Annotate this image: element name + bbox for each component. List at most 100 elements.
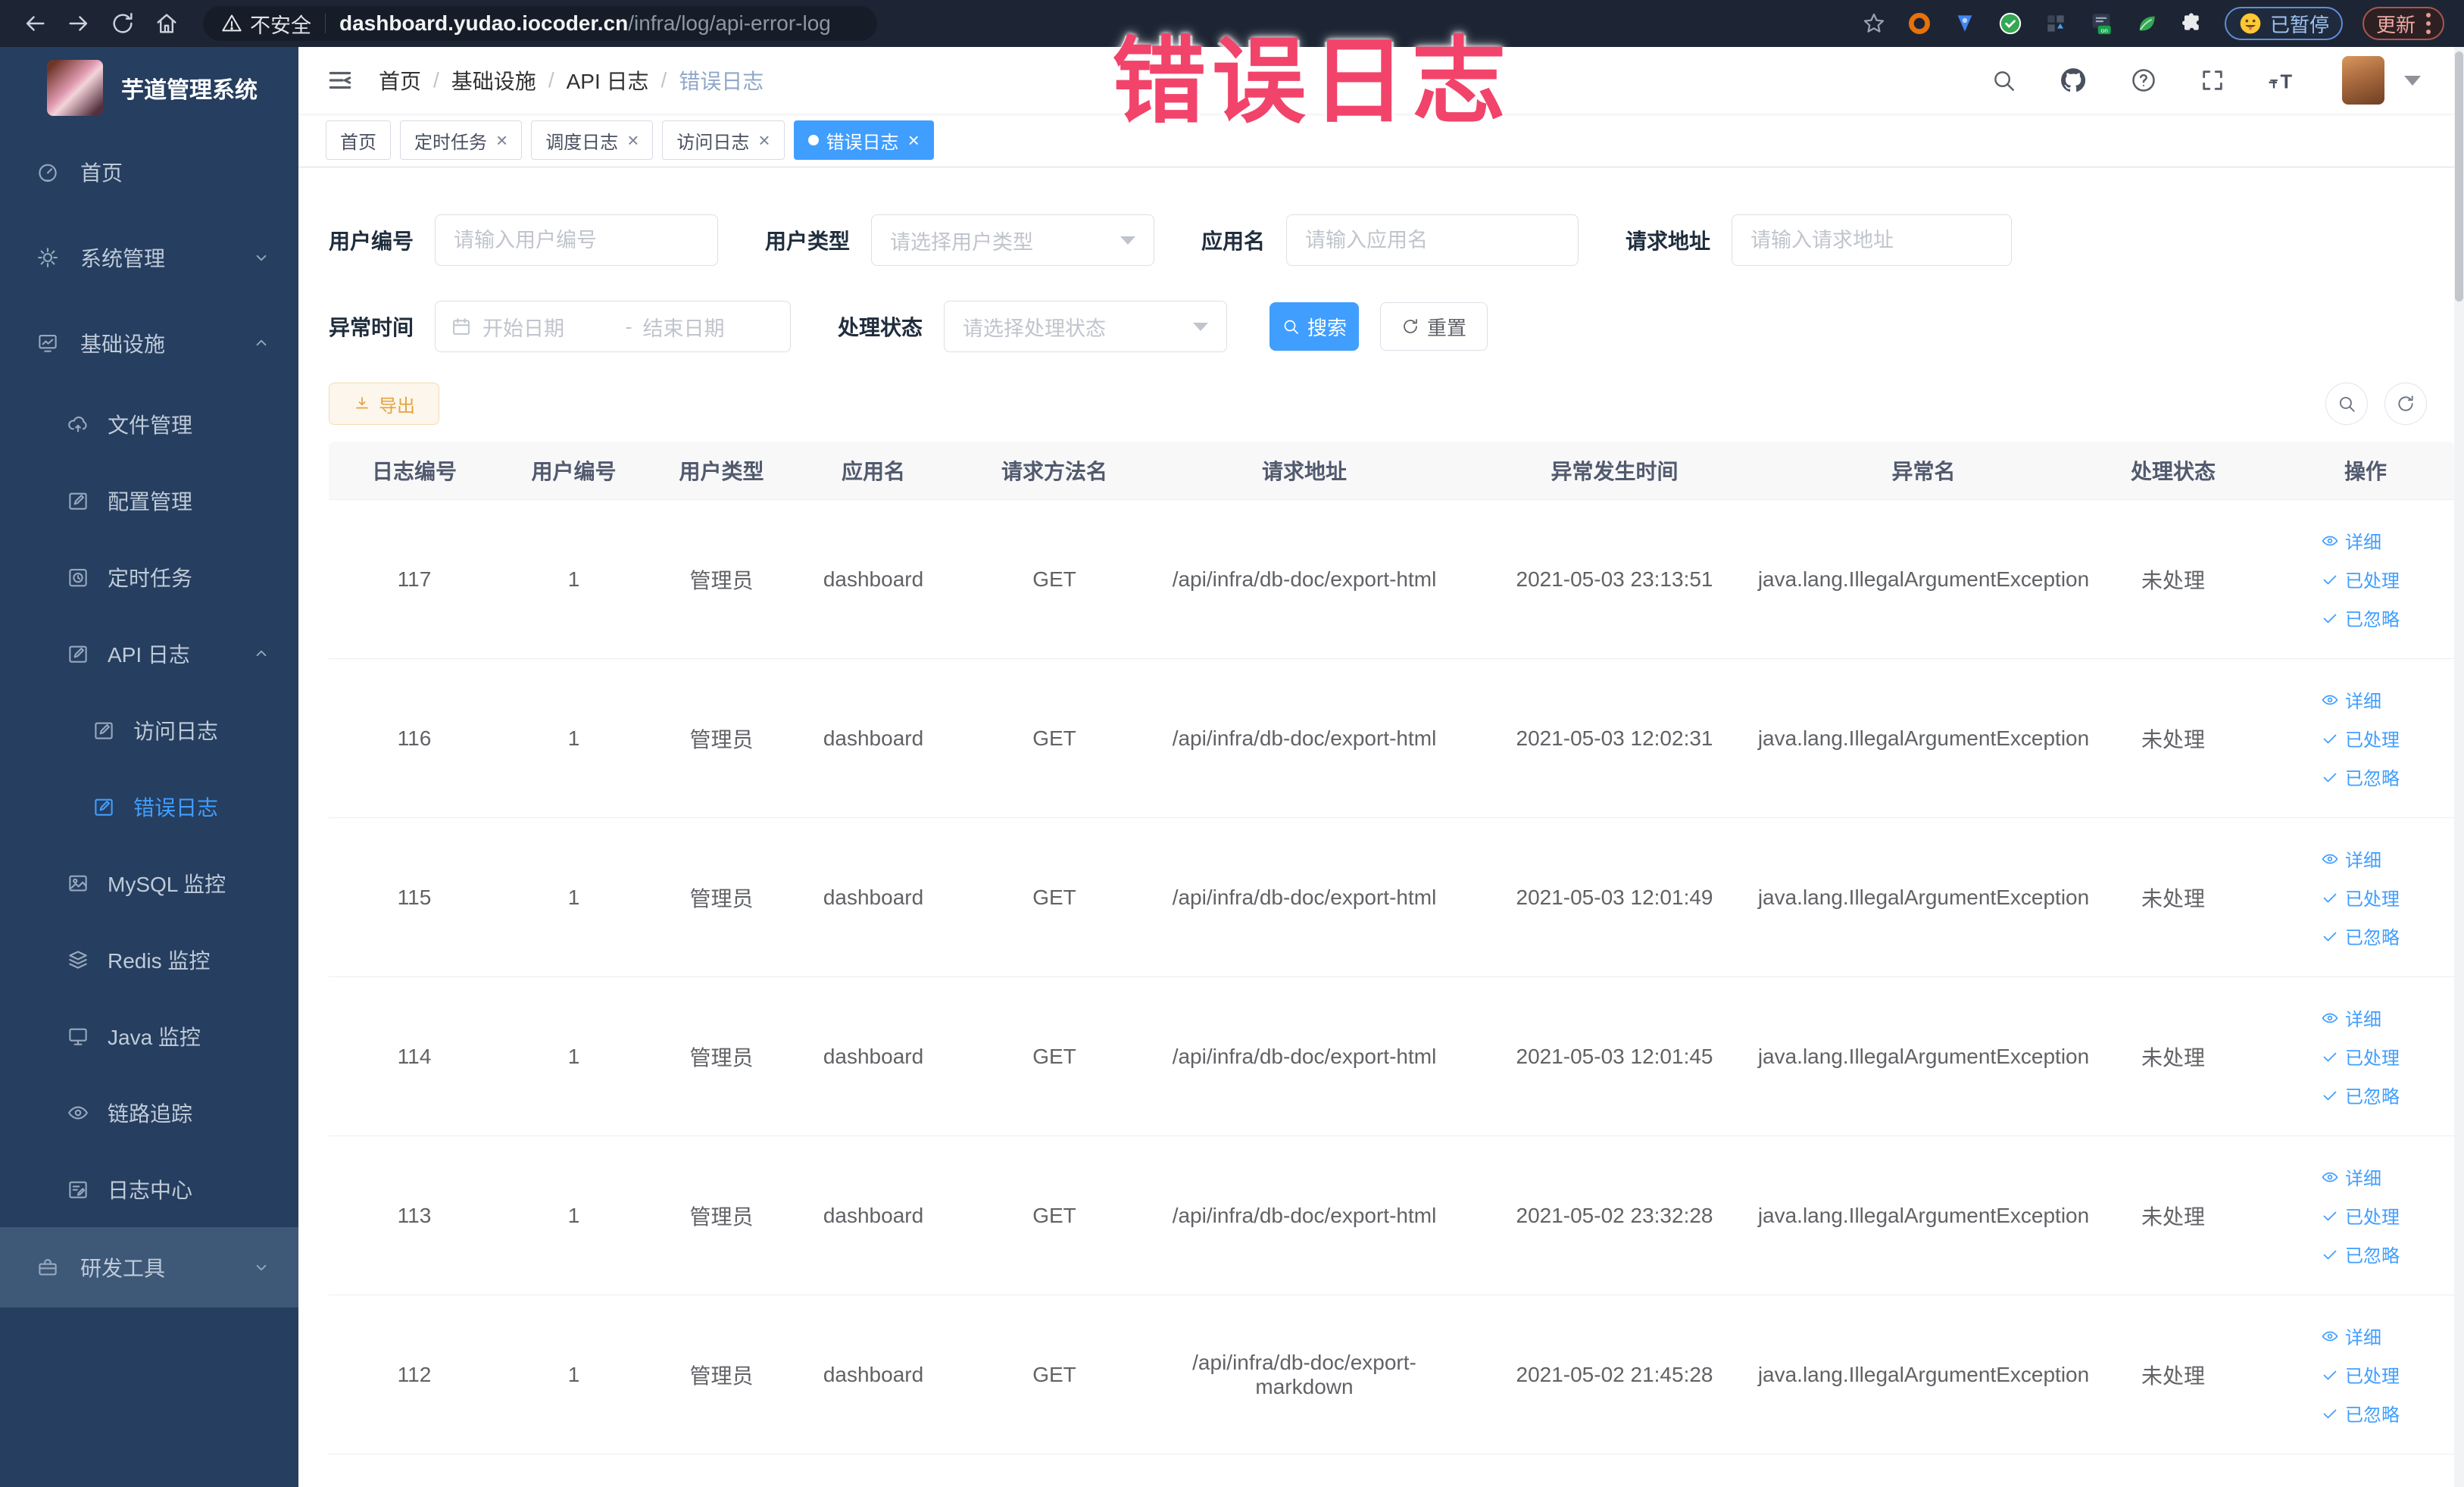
eye-icon (2322, 854, 2338, 864)
mark-ignored-link[interactable]: 已忽略 (2321, 604, 2400, 631)
tab-access-log[interactable]: 访问日志 × (662, 120, 785, 160)
github-icon[interactable] (2059, 66, 2088, 95)
browser-menu-icon[interactable] (2426, 13, 2431, 34)
browser-back-button[interactable] (20, 8, 50, 39)
extension-orange-icon[interactable] (1907, 11, 1932, 36)
mark-processed-link[interactable]: 已处理 (2321, 1361, 2400, 1388)
mark-ignored-link[interactable]: 已忽略 (2321, 764, 2400, 790)
sidebar-item-api-log[interactable]: API 日志 (0, 615, 298, 692)
breadcrumb: 首页 / 基础设施 / API 日志 / 错误日志 (379, 65, 764, 95)
sidebar-item-java-monitor[interactable]: Java 监控 (0, 998, 298, 1074)
security-warning-icon[interactable] (221, 13, 242, 34)
sidebar-item-tracing[interactable]: 链路追踪 (0, 1074, 298, 1151)
mark-processed-link[interactable]: 已处理 (2321, 725, 2400, 751)
tab-home[interactable]: 首页 (326, 120, 391, 160)
mark-ignored-link[interactable]: 已忽略 (2321, 1241, 2400, 1267)
mark-ignored-link[interactable]: 已忽略 (2321, 1400, 2400, 1426)
refresh-table-button[interactable] (2384, 383, 2427, 425)
svg-text:T: T (2281, 72, 2293, 93)
font-size-icon[interactable]: TT (2268, 67, 2300, 94)
detail-link[interactable]: 详细 (2321, 845, 2381, 872)
picture-icon (67, 872, 89, 895)
user-menu-caret-icon[interactable] (2404, 75, 2421, 86)
search-button[interactable]: 搜索 (1269, 302, 1360, 351)
close-icon[interactable]: × (908, 130, 920, 150)
close-icon[interactable]: × (758, 130, 770, 150)
tab-scheduled-jobs[interactable]: 定时任务 × (400, 120, 523, 160)
bookmark-star-icon[interactable] (1861, 11, 1887, 36)
extension-leaf-icon[interactable] (2134, 11, 2160, 36)
breadcrumb-api-log[interactable]: API 日志 (567, 65, 649, 95)
app-name-input[interactable] (1286, 214, 1579, 266)
tab-schedule-log[interactable]: 调度日志 × (531, 120, 654, 160)
detail-link[interactable]: 详细 (2321, 1323, 2381, 1349)
search-icon[interactable] (1991, 67, 2016, 93)
extension-blue-pin-icon[interactable] (1952, 11, 1978, 36)
export-button[interactable]: 导出 (329, 383, 439, 425)
brand-logo-image (47, 60, 103, 116)
mark-ignored-link[interactable]: 已忽略 (2321, 923, 2400, 949)
sidebar-item-mysql-monitor[interactable]: MySQL 监控 (0, 845, 298, 921)
close-icon[interactable]: × (627, 130, 639, 150)
url-path: /infra/log/api-error-log (628, 11, 831, 35)
extensions-puzzle-icon[interactable] (2179, 11, 2205, 36)
sidebar-item-dev-tools[interactable]: 研发工具 (0, 1227, 298, 1307)
mark-processed-link[interactable]: 已处理 (2321, 1202, 2400, 1229)
log-document-icon (67, 1178, 89, 1201)
help-icon[interactable] (2130, 67, 2157, 94)
check-icon (2323, 575, 2337, 584)
user-avatar[interactable] (2342, 56, 2384, 105)
page-scrollbar[interactable] (2454, 47, 2464, 1487)
exception-time-range-picker[interactable]: 开始日期 - 结束日期 (435, 301, 792, 352)
extension-grid-icon[interactable] (2043, 11, 2069, 36)
edit-icon (92, 719, 115, 742)
sidebar-item-scheduled-jobs[interactable]: 定时任务 (0, 539, 298, 615)
mark-processed-link[interactable]: 已处理 (2321, 1043, 2400, 1070)
request-url-input[interactable] (1732, 214, 2013, 266)
extension-green-check-icon[interactable] (1997, 11, 2023, 36)
sidebar-item-home[interactable]: 首页 (0, 129, 298, 214)
sidebar-item-config-management[interactable]: 配置管理 (0, 462, 298, 539)
sidebar-item-system-management[interactable]: 系统管理 (0, 214, 298, 300)
update-label: 更新 (2375, 13, 2416, 36)
reset-button[interactable]: 重置 (1380, 302, 1488, 351)
sidebar-item-log-center[interactable]: 日志中心 (0, 1151, 298, 1227)
browser-update-chip[interactable]: 更新 (2362, 7, 2444, 40)
table-row: 114 1 管理员 dashboard GET /api/infra/db-do… (329, 977, 2454, 1136)
process-status-select[interactable]: 请选择处理状态 (944, 301, 1228, 352)
user-type-select[interactable]: 请选择用户类型 (871, 214, 1155, 266)
svg-text:T: T (2270, 78, 2278, 92)
browser-home-button[interactable] (151, 8, 182, 39)
close-icon[interactable]: × (496, 130, 507, 150)
extension-switch-on-icon[interactable]: on (2088, 11, 2114, 36)
browser-address-bar[interactable]: 不安全 dashboard.yudao.iocoder.cn /infra/lo… (203, 6, 877, 41)
breadcrumb-home[interactable]: 首页 (379, 65, 421, 95)
user-id-label: 用户编号 (329, 230, 414, 253)
browser-forward-button[interactable] (64, 8, 94, 39)
detail-link[interactable]: 详细 (2321, 527, 2381, 554)
fullscreen-icon[interactable] (2200, 67, 2225, 93)
toggle-search-button[interactable] (2325, 383, 2368, 425)
tab-error-log[interactable]: 错误日志 × (793, 120, 934, 160)
refresh-icon (2398, 395, 2413, 411)
check-icon (2323, 1052, 2337, 1061)
sidebar-item-access-log[interactable]: 访问日志 (0, 692, 298, 768)
detail-link[interactable]: 详细 (2321, 686, 2381, 713)
detail-link[interactable]: 详细 (2321, 1004, 2381, 1031)
user-id-input[interactable] (435, 214, 719, 266)
document-edit-icon (67, 642, 89, 665)
breadcrumb-infrastructure[interactable]: 基础设施 (451, 65, 536, 95)
hamburger-icon[interactable] (326, 66, 354, 95)
detail-link[interactable]: 详细 (2321, 1164, 2381, 1190)
sidebar-item-redis-monitor[interactable]: Redis 监控 (0, 921, 298, 998)
sidebar-item-infrastructure[interactable]: 基础设施 (0, 300, 298, 386)
mark-ignored-link[interactable]: 已忽略 (2321, 1082, 2400, 1108)
search-icon (1284, 320, 1298, 334)
mark-processed-link[interactable]: 已处理 (2321, 566, 2400, 592)
browser-reload-button[interactable] (108, 8, 138, 39)
sidebar-item-file-management[interactable]: 文件管理 (0, 386, 298, 462)
sidebar-item-error-log[interactable]: 错误日志 (0, 768, 298, 845)
profile-paused-chip[interactable]: 已暂停 (2224, 7, 2343, 40)
scrollbar-thumb[interactable] (2455, 52, 2463, 301)
mark-processed-link[interactable]: 已处理 (2321, 884, 2400, 911)
